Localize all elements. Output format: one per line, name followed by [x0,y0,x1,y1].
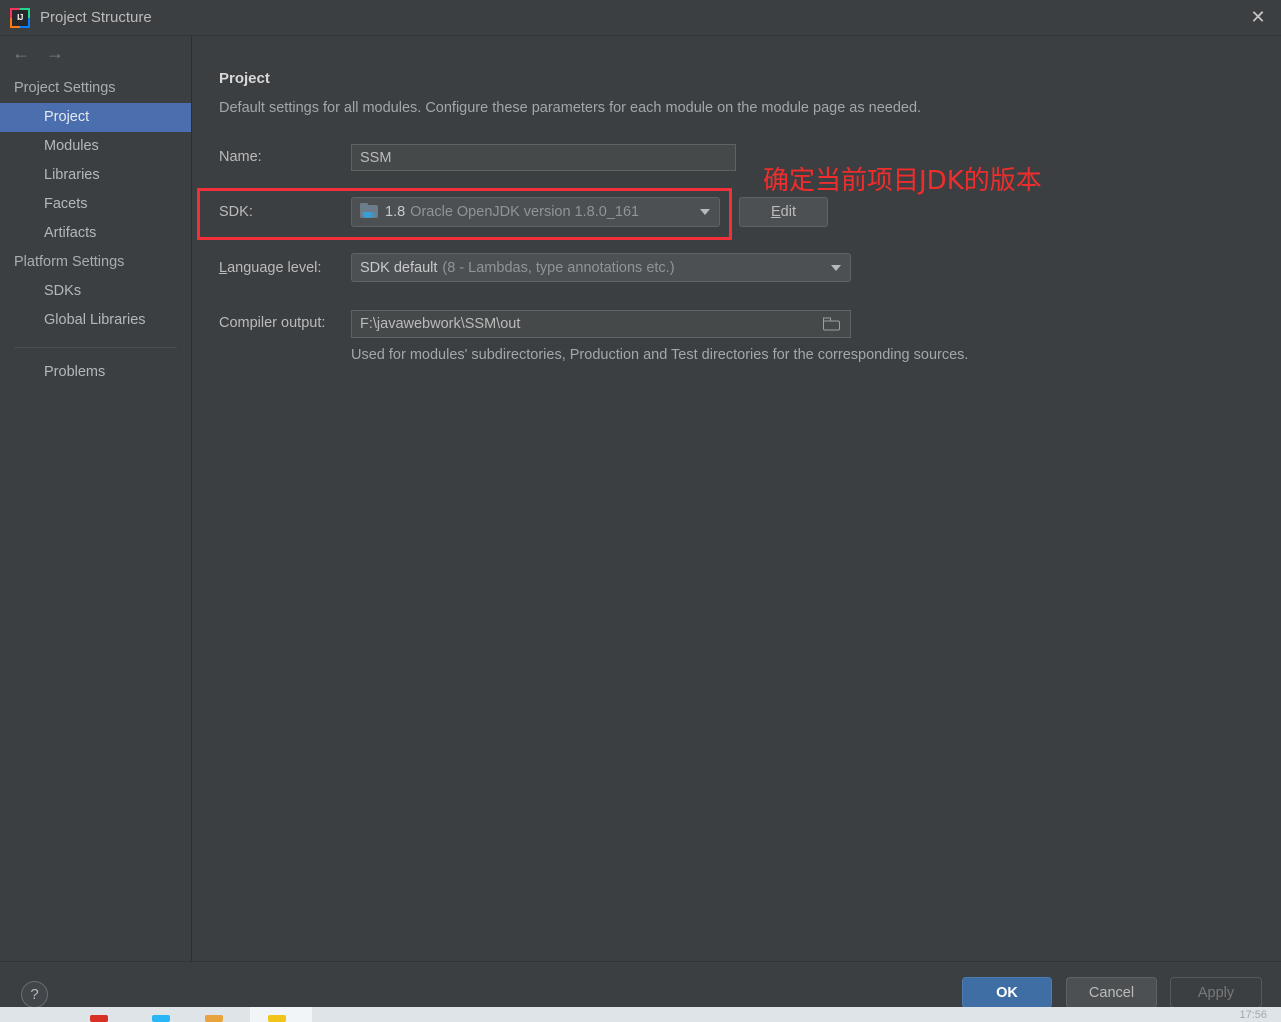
project-structure-dialog: IJ Project Structure ✕ ← → Project Setti… [0,0,1281,1022]
compiler-output-value: F:\javawebwork\SSM\out [360,316,521,332]
page-title: Project [219,70,270,87]
help-icon[interactable]: ? [21,981,48,1008]
sdk-detail: Oracle OpenJDK version 1.8.0_161 [410,204,640,220]
taskbar-icon-app2[interactable] [152,1015,170,1022]
ok-button[interactable]: OK [962,977,1052,1008]
settings-sidebar: ← → Project Settings Project Modules Lib… [0,36,192,961]
name-label: Name: [219,149,262,165]
sidebar-item-modules[interactable]: Modules [0,132,191,161]
taskbar-icon-app4[interactable] [268,1015,286,1022]
compiler-output-hint: Used for modules' subdirectories, Produc… [351,347,969,363]
sidebar-item-problems[interactable]: Problems [0,358,191,387]
sdk-label: SDK: [219,204,253,220]
name-input-value: SSM [360,149,392,166]
language-level-label-rest: anguage level: [227,260,322,276]
sdk-edit-button[interactable]: Edit [739,197,828,227]
language-level-value: SDK default [360,259,438,276]
sidebar-group-project-settings: Project Settings [14,80,116,96]
language-level-mnemonic: L [219,260,228,276]
folder-browse-icon[interactable] [823,317,840,331]
sidebar-item-project[interactable]: Project [0,103,191,132]
forward-arrow-icon[interactable]: → [46,44,64,62]
compiler-output-label: Compiler output: [219,315,326,331]
compiler-output-input[interactable]: F:\javawebwork\SSM\out [351,310,851,338]
language-level-detail: (8 - Lambdas, type annotations etc.) [442,259,675,276]
back-arrow-icon[interactable]: ← [12,44,30,62]
app-icon-label: IJ [12,9,28,26]
sidebar-item-artifacts[interactable]: Artifacts [0,219,191,248]
annotation-note: 确定当前项目JDK的版本 [763,166,1042,196]
sidebar-item-global-libraries[interactable]: Global Libraries [0,306,191,335]
window-title: Project Structure [40,9,152,26]
page-description: Default settings for all modules. Config… [219,100,922,116]
taskbar-icon-browser[interactable] [90,1015,108,1022]
chevron-down-icon [700,209,710,215]
close-icon[interactable]: ✕ [1235,0,1281,35]
sidebar-divider [14,347,177,348]
sidebar-item-facets[interactable]: Facets [0,190,191,219]
java-sdk-folder-icon [360,202,378,220]
chevron-down-icon [831,264,841,271]
apply-button[interactable]: Apply [1170,977,1262,1008]
sidebar-item-libraries[interactable]: Libraries [0,161,191,190]
name-input[interactable]: SSM [351,144,736,171]
settings-content-panel: Project Default settings for all modules… [193,36,1281,961]
taskbar-clock: 17:56 [1239,1009,1267,1021]
intellij-idea-icon: IJ [10,7,30,28]
cancel-button[interactable]: Cancel [1066,977,1157,1008]
taskbar-icon-app3[interactable] [205,1015,223,1022]
sidebar-nav-list: Project Settings Project Modules Librari… [0,70,191,387]
language-level-label: Language level: [219,258,321,278]
sdk-edit-label-rest: dit [780,204,796,220]
title-bar: IJ Project Structure ✕ [0,0,1281,36]
sdk-edit-mnemonic: E [771,204,781,220]
sdk-version: 1.8 [385,204,406,220]
sdk-combo[interactable]: 1.8 Oracle OpenJDK version 1.8.0_161 [351,197,720,227]
language-level-combo[interactable]: SDK default (8 - Lambdas, type annotatio… [351,253,851,282]
sidebar-group-platform-settings: Platform Settings [14,254,125,270]
sidebar-nav-arrows: ← → [0,36,191,70]
windows-taskbar: 17:56 [0,1007,1281,1022]
sidebar-item-sdks[interactable]: SDKs [0,277,191,306]
